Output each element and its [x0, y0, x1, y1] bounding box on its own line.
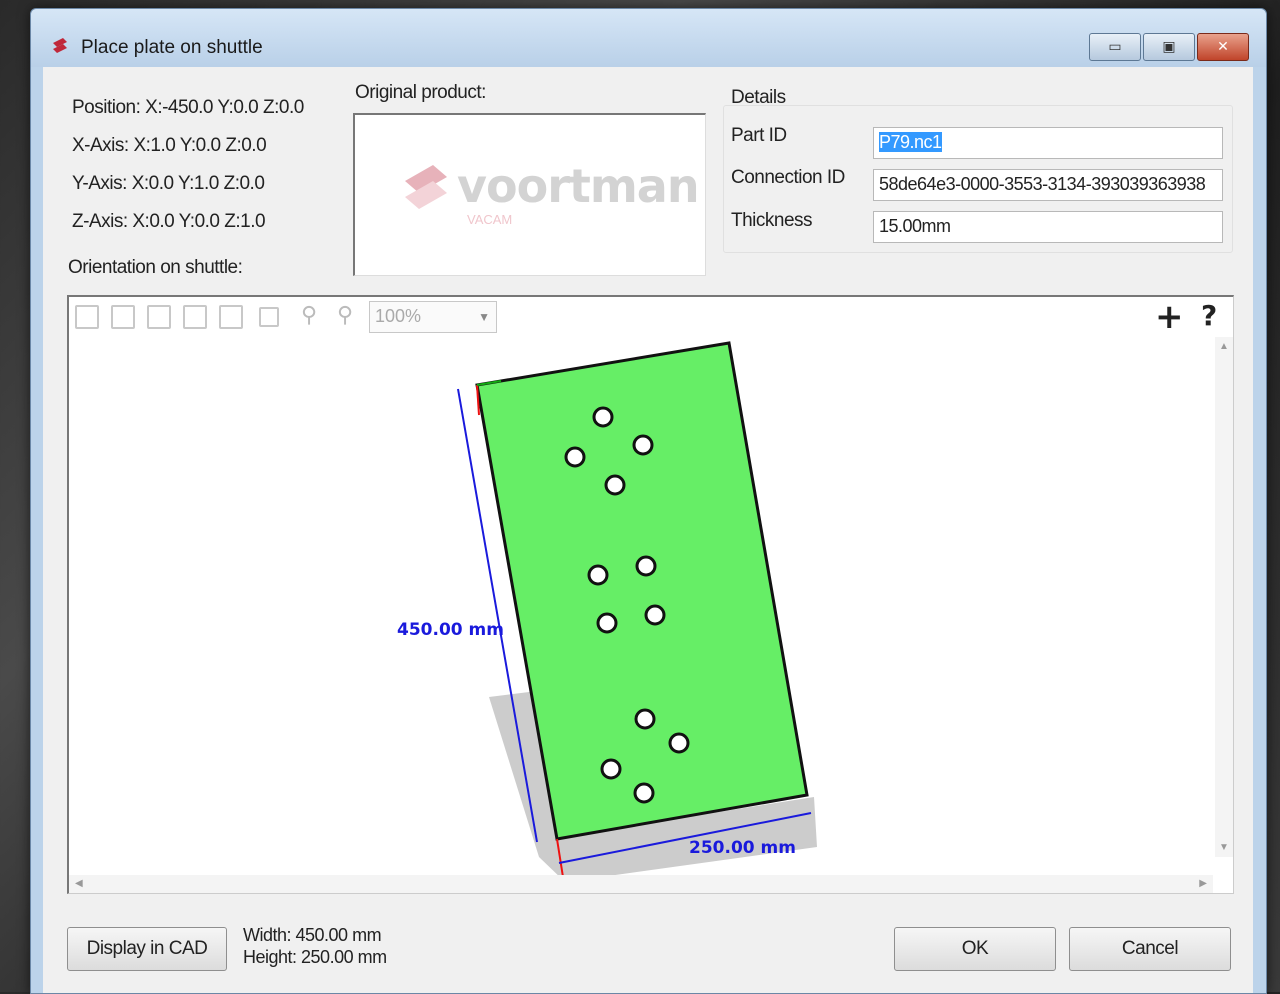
- hole: [635, 555, 657, 577]
- scroll-down-icon[interactable]: ▼: [1219, 842, 1229, 853]
- hole: [564, 446, 586, 468]
- original-product-label: Original product:: [355, 82, 486, 103]
- z-axis-text: Z-Axis: X:0.0 Y:0.0 Z:1.0: [72, 211, 266, 232]
- y-axis-text: Y-Axis: X:0.0 Y:1.0 Z:0.0: [72, 173, 265, 194]
- shuttle-viewer[interactable]: ⚲ ⚲ 100% ▼ + ? 450.00 mm 250.00 mm ▲ ▼ ◀…: [67, 295, 1234, 894]
- hole: [634, 708, 656, 730]
- vertical-scrollbar[interactable]: ▲ ▼: [1215, 337, 1233, 857]
- hole: [587, 564, 609, 586]
- orientation-label: Orientation on shuttle:: [68, 257, 243, 278]
- display-in-cad-button[interactable]: Display in CAD: [67, 927, 227, 971]
- minimize-button[interactable]: ▭: [1089, 33, 1141, 61]
- hole: [604, 474, 626, 496]
- x-axis-text: X-Axis: X:1.0 Y:0.0 Z:0.0: [72, 135, 267, 156]
- part-id-value: P79.nc1: [879, 132, 942, 152]
- voortman-logo-icon: [405, 165, 447, 209]
- hole: [600, 758, 622, 780]
- connection-id-field[interactable]: 58de64e3-0000-3553-3134-393039363938: [873, 169, 1223, 201]
- dialog-client: Position: X:-450.0 Y:0.0 Z:0.0 X-Axis: X…: [43, 67, 1253, 993]
- dialog-window: Place plate on shuttle ▭ ▣ ✕ Position: X…: [30, 8, 1267, 994]
- scroll-right-icon[interactable]: ▶: [1199, 878, 1207, 889]
- position-text: Position: X:-450.0 Y:0.0 Z:0.0: [72, 97, 304, 118]
- thickness-field[interactable]: 15.00mm: [873, 211, 1223, 243]
- height-dimension-label: 450.00 mm: [397, 620, 504, 640]
- app-logo-icon: [53, 38, 67, 53]
- plate-canvas: 450.00 mm 250.00 mm: [397, 341, 817, 875]
- title-bar[interactable]: Place plate on shuttle ▭ ▣ ✕: [31, 9, 1266, 67]
- logo-wordmark: voortman: [457, 159, 700, 213]
- hole: [632, 434, 654, 456]
- scroll-up-icon[interactable]: ▲: [1219, 341, 1229, 352]
- hole: [644, 604, 666, 626]
- hole: [592, 406, 614, 428]
- hole: [633, 782, 655, 804]
- horizontal-scrollbar[interactable]: ◀ ▶: [69, 875, 1213, 893]
- window-title: Place plate on shuttle: [81, 37, 263, 58]
- width-dimension-label: 250.00 mm: [689, 838, 796, 858]
- details-label: Details: [731, 87, 786, 108]
- width-info: Width: 450.00 mm: [243, 925, 382, 945]
- connection-id-label: Connection ID: [731, 167, 845, 188]
- scroll-left-icon[interactable]: ◀: [75, 878, 83, 889]
- logo-subtext: VACAM: [467, 212, 513, 227]
- close-button[interactable]: ✕: [1197, 33, 1249, 61]
- part-id-field[interactable]: P79.nc1: [873, 127, 1223, 159]
- ok-button[interactable]: OK: [894, 927, 1056, 971]
- original-product-preview: voortman VACAM: [353, 113, 706, 276]
- thickness-label: Thickness: [731, 210, 813, 231]
- hole: [668, 732, 690, 754]
- height-info: Height: 250.00 mm: [243, 947, 387, 967]
- part-id-label: Part ID: [731, 125, 787, 146]
- maximize-button[interactable]: ▣: [1143, 33, 1195, 61]
- hole: [596, 612, 618, 634]
- cancel-button[interactable]: Cancel: [1069, 927, 1231, 971]
